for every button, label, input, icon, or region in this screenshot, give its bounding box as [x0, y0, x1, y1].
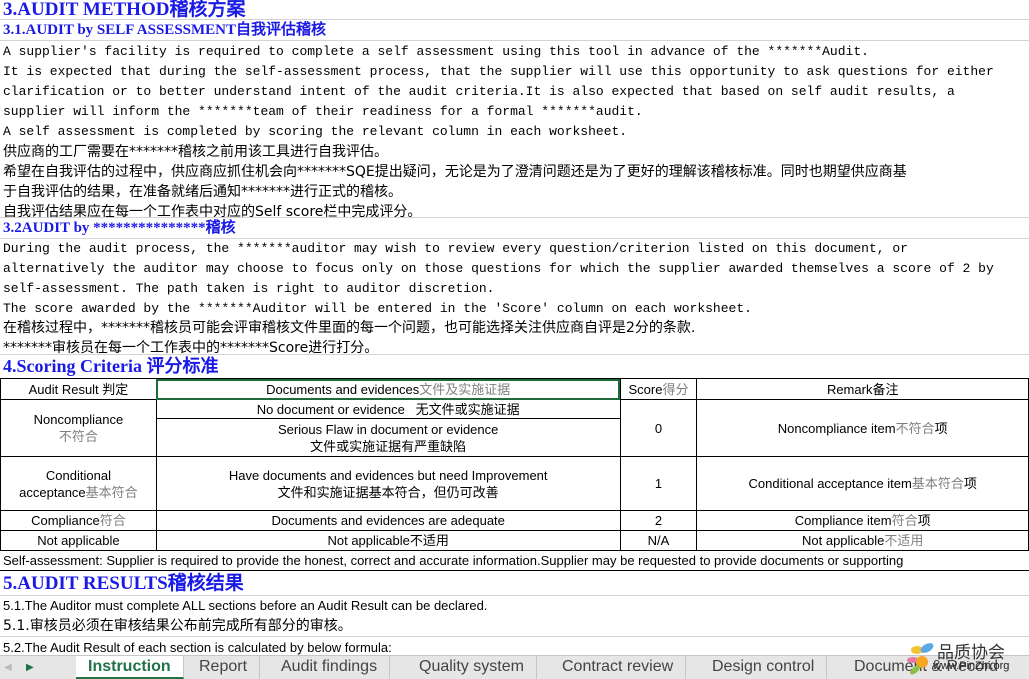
- doc-need-improvement[interactable]: Have documents and evidences but need Im…: [155, 456, 621, 511]
- tab-quality-system[interactable]: Quality system: [407, 656, 537, 679]
- tab-instruction[interactable]: Instruction: [76, 656, 184, 679]
- cell-text: Have documents and evidences but need Im…: [228, 467, 548, 483]
- cell-text: 项: [934, 420, 948, 436]
- header-text: 文件及实施证据: [419, 381, 511, 397]
- self-assessment-note[interactable]: Self-assessment: Supplier is required to…: [0, 551, 1029, 571]
- cell-text: 不适用: [884, 533, 924, 548]
- tab-design-control[interactable]: Design control: [700, 656, 828, 679]
- score-na[interactable]: N/A: [619, 530, 698, 551]
- cell-text: 项: [963, 476, 977, 491]
- header-score[interactable]: Score得分: [619, 378, 698, 400]
- tab-report[interactable]: Report: [187, 656, 261, 679]
- cell-text: Compliance: [31, 513, 100, 528]
- scroll-right-icon[interactable]: ▶: [26, 656, 34, 679]
- cell-text: 基本符合: [85, 484, 138, 500]
- cell-text: Serious Flaw in document or evidence: [277, 421, 499, 437]
- text-cell[interactable]: A supplier's facility is required to com…: [0, 42, 1029, 62]
- text-cell[interactable]: 自我评估结果应在每一个工作表中对应的Self score栏中完成评分。: [0, 202, 1029, 218]
- watermark-logo: 品质协会 www.PinZhi.org: [905, 638, 1029, 678]
- header-text: Score: [628, 381, 663, 397]
- text-cell[interactable]: 5.1.The Auditor must complete ALL sectio…: [0, 596, 1029, 616]
- text-cell[interactable]: It is expected that during the self-asse…: [0, 62, 1029, 82]
- cell-text: 文件和实施证据基本符合，但仍可改善: [277, 484, 499, 500]
- header-text: Audit Result: [28, 381, 103, 397]
- remark-noncompliance[interactable]: Noncompliance item不符合项: [696, 399, 1029, 457]
- table-row: Compliance符合 Documents and evidences are…: [0, 510, 1029, 531]
- table-header-row: Audit Result 判定 Documents and evidences文…: [0, 378, 1029, 400]
- section-3-title[interactable]: 3.AUDIT METHOD稽核方案: [0, 0, 1029, 20]
- table-row: Conditional acceptance基本符合 Have documents…: [0, 456, 1029, 511]
- text-cell[interactable]: 希望在自我评估的过程中，供应商应抓住机会向*******SQE提出疑问，无论是为…: [0, 162, 1029, 182]
- text-cell[interactable]: 于自我评估的结果，在准备就绪后通知*******进行正式的稽核。: [0, 182, 1029, 202]
- cell-text: 基本符合: [911, 476, 964, 491]
- text-cell[interactable]: 5.1.审核员必须在审核结果公布前完成所有部分的审核。: [0, 616, 1029, 637]
- scroll-left-icon[interactable]: ◀: [4, 656, 12, 679]
- score-0[interactable]: 0: [619, 399, 698, 457]
- cell-text: Noncompliance item: [777, 420, 896, 436]
- text-cell[interactable]: 在稽核过程中，*******稽核员可能会评审稽核文件里面的每一个问题，也可能选择…: [0, 318, 1029, 338]
- cell-text: Compliance item: [794, 513, 892, 528]
- cell-text: Not applicable: [802, 533, 885, 548]
- cell-text: Conditional acceptance item: [748, 476, 912, 491]
- result-compliance[interactable]: Compliance符合: [0, 510, 157, 531]
- cell-text: 项: [917, 513, 931, 528]
- doc-no-document[interactable]: No document or evidence 无文件或实施证据: [155, 399, 621, 419]
- cell-text: 不符合: [895, 420, 935, 436]
- header-text: Documents and evidences: [266, 381, 420, 397]
- header-text: Remark: [826, 381, 873, 397]
- header-audit-result[interactable]: Audit Result 判定: [0, 378, 157, 400]
- header-text: 得分: [662, 381, 689, 397]
- result-noncompliance[interactable]: Noncompliance 不符合: [0, 399, 157, 457]
- header-text: 判定: [102, 381, 129, 397]
- text-cell[interactable]: self-assessment. The path taken is right…: [0, 279, 1029, 299]
- text-cell[interactable]: The score awarded by the *******Auditor …: [0, 299, 1029, 319]
- doc-na[interactable]: Not applicable不适用: [155, 530, 621, 551]
- score-2[interactable]: 2: [619, 510, 698, 531]
- cell-text: Conditional: [45, 467, 111, 483]
- text-cell[interactable]: supplier will inform the *******team of …: [0, 102, 1029, 122]
- remark-na[interactable]: Not applicable不适用: [696, 530, 1029, 551]
- tab-audit-findings[interactable]: Audit findings: [269, 656, 391, 679]
- cell-text: Noncompliance: [33, 412, 124, 427]
- section-5-title[interactable]: 5.AUDIT RESULTS稽核结果: [0, 572, 1029, 596]
- sheet-tab-bar: ◀ ▶ Instruction Report Audit findings Qu…: [0, 655, 1029, 679]
- remark-conditional[interactable]: Conditional acceptance item基本符合项: [696, 456, 1029, 511]
- cell-text: acceptance: [19, 484, 86, 500]
- header-remark[interactable]: Remark备注: [696, 378, 1029, 400]
- remark-compliance[interactable]: Compliance item符合项: [696, 510, 1029, 531]
- doc-serious-flaw[interactable]: Serious Flaw in document or evidence 文件或实…: [155, 418, 621, 457]
- section-3-2-title[interactable]: 3.2AUDIT by ***************稽核: [0, 218, 1029, 239]
- cell-text: 符合: [891, 513, 918, 528]
- doc-adequate[interactable]: Documents and evidences are adequate: [155, 510, 621, 531]
- flower-logo-icon: [907, 643, 934, 675]
- text-cell[interactable]: During the audit process, the *******aud…: [0, 239, 1029, 259]
- scoring-criteria-table: Audit Result 判定 Documents and evidences文…: [0, 378, 1029, 551]
- tab-contract-review[interactable]: Contract review: [550, 656, 687, 679]
- table-row: Not applicable Not applicable不适用 N/A Not…: [0, 530, 1029, 551]
- result-na[interactable]: Not applicable: [0, 530, 157, 551]
- header-documents[interactable]: Documents and evidences文件及实施证据: [155, 378, 621, 400]
- score-1[interactable]: 1: [619, 456, 698, 511]
- result-conditional[interactable]: Conditional acceptance基本符合: [0, 456, 157, 511]
- text-cell[interactable]: alternatively the auditor may choose to …: [0, 259, 1029, 279]
- section-4-title[interactable]: 4.Scoring Criteria 评分标准: [0, 356, 1029, 377]
- cell-text: 文件或实施证据有严重缺陷: [310, 438, 467, 454]
- watermark-url: www.PinZhi.org: [933, 660, 1010, 672]
- text-cell[interactable]: 供应商的工厂需要在*******稽核之前用该工具进行自我评估。: [0, 142, 1029, 162]
- text-cell[interactable]: clarification or to better understand in…: [0, 82, 1029, 102]
- text-cell[interactable]: *******审核员在每一个工作表中的*******Score进行打分。: [0, 338, 1029, 355]
- text-cell[interactable]: 5.2.The Audit Result of each section is …: [0, 638, 1029, 655]
- header-text: 备注: [872, 381, 899, 397]
- table-row: Noncompliance 不符合 No document or evidence…: [0, 399, 1029, 457]
- section-3-1-title[interactable]: 3.1.AUDIT by SELF ASSESSMENT自我评估稽核: [0, 20, 1029, 41]
- cell-text: 符合: [99, 513, 126, 528]
- text-cell[interactable]: A self assessment is completed by scorin…: [0, 122, 1029, 142]
- cell-text: 不符合: [58, 429, 98, 444]
